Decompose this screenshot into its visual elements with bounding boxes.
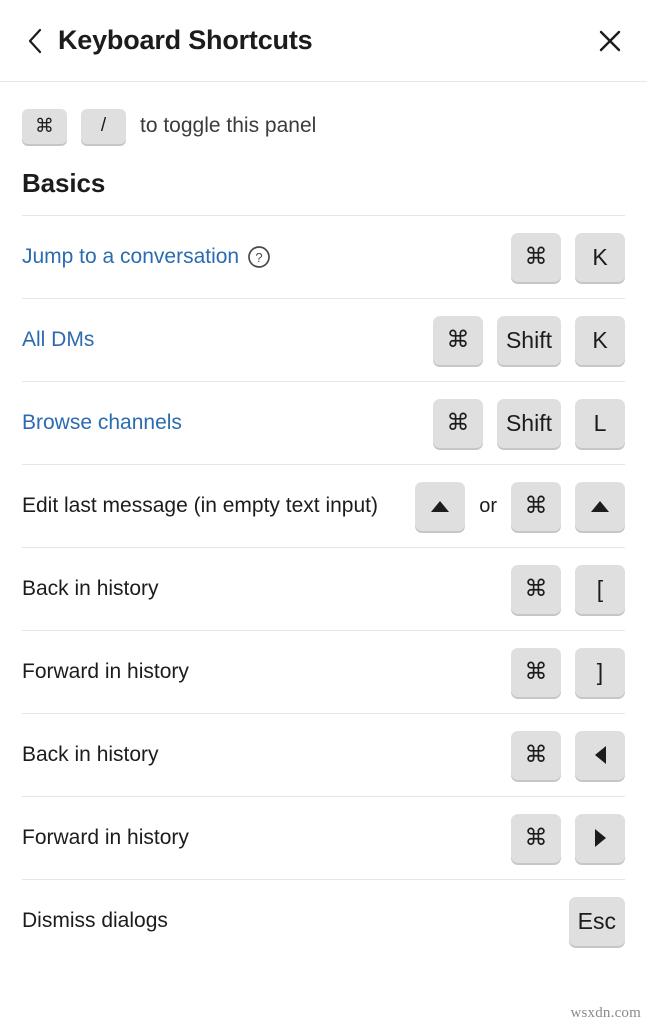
- shortcut-text: Edit last message (in empty text input): [22, 494, 378, 518]
- shortcut-row: Back in history ⌘: [22, 713, 625, 796]
- slash-glyph: /: [100, 115, 107, 136]
- toggle-hint-text: to toggle this panel: [140, 114, 317, 137]
- shortcut-keys: Esc: [568, 896, 625, 946]
- close-button[interactable]: [593, 24, 627, 58]
- shortcut-text: Dismiss dialogs: [22, 909, 168, 933]
- shortcut-row: Forward in history ⌘: [22, 796, 625, 879]
- shortcut-label: Back in history: [22, 740, 159, 770]
- shortcut-link[interactable]: Browse channels: [22, 408, 182, 438]
- shortcut-row: Forward in history ⌘]: [22, 630, 625, 713]
- key-label: K: [592, 243, 608, 270]
- shortcut-label: Jump to a conversation?: [22, 242, 271, 272]
- close-icon: [597, 28, 623, 54]
- shortcut-keys: ⌘ Shift L: [432, 398, 625, 448]
- shortcut-label: Back in history: [22, 574, 159, 604]
- command-glyph: ⌘: [524, 741, 548, 768]
- shortcut-text: Back in history: [22, 577, 159, 601]
- shortcut-link[interactable]: Jump to a conversation: [22, 242, 239, 272]
- back-button[interactable]: [22, 26, 48, 56]
- help-circle-icon[interactable]: ?: [247, 245, 271, 269]
- key-label: K: [592, 326, 608, 353]
- key-arrow-right: [575, 813, 625, 863]
- command-glyph: ⌘: [524, 492, 548, 519]
- key-label: [: [596, 575, 604, 602]
- shortcut-text: Back in history: [22, 743, 159, 767]
- key-l: L: [575, 398, 625, 448]
- shortcut-row: Edit last message (in empty text input) o…: [22, 464, 625, 547]
- key-command: ⌘: [511, 730, 561, 780]
- shortcut-row: Back in history ⌘[: [22, 547, 625, 630]
- chevron-left-icon: [27, 28, 43, 54]
- command-glyph: ⌘: [524, 575, 548, 602]
- key-arrow-up: [415, 481, 466, 531]
- shortcut-row: Browse channels ⌘ Shift L: [22, 381, 625, 464]
- shortcut-keys: ⌘ K: [511, 232, 625, 282]
- page-title: Keyboard Shortcuts: [58, 25, 313, 55]
- key-label: L: [593, 409, 607, 436]
- shortcut-label: All DMs: [22, 325, 94, 355]
- section-title-basics: Basics: [22, 168, 106, 198]
- shortcut-label: Forward in history: [22, 823, 189, 853]
- shortcut-keys: ⌘ Shift K: [432, 315, 625, 365]
- command-glyph: ⌘: [35, 114, 54, 137]
- svg-text:?: ?: [256, 250, 263, 265]
- key-k: K: [575, 232, 625, 282]
- shortcut-keys: ⌘]: [511, 647, 625, 697]
- key-command: ⌘: [432, 398, 483, 448]
- shortcut-keys: ⌘[: [511, 564, 625, 614]
- shortcut-text: Forward in history: [22, 826, 189, 850]
- toggle-panel-hint: ⌘ / to toggle this panel: [0, 82, 647, 144]
- key-shift: Shift: [496, 398, 561, 448]
- key-command: ⌘: [511, 647, 561, 697]
- shortcut-label: Dismiss dialogs: [22, 906, 168, 936]
- shortcut-list: Jump to a conversation? ⌘ K All DMs ⌘ Shift K B…: [10, 215, 625, 962]
- shortcut-row: All DMs ⌘ Shift K: [22, 298, 625, 381]
- key-label: ]: [596, 658, 604, 685]
- command-glyph: ⌘: [524, 243, 548, 270]
- key-shift: Shift: [496, 315, 561, 365]
- key-slash: /: [81, 108, 126, 144]
- arrow-right-icon: [594, 829, 606, 847]
- shortcut-text: Forward in history: [22, 660, 189, 684]
- shortcut-keys: ⌘: [511, 813, 625, 863]
- key-command: ⌘: [511, 813, 561, 863]
- panel-header: Keyboard Shortcuts: [0, 0, 647, 82]
- shortcut-label: Edit last message (in empty text input): [22, 491, 378, 521]
- shortcut-keys: ⌘: [511, 730, 625, 780]
- key-k: K: [575, 315, 625, 365]
- key-label: Esc: [577, 907, 616, 934]
- shortcut-label: Browse channels: [22, 408, 182, 438]
- command-glyph: ⌘: [446, 326, 470, 353]
- shortcut-link[interactable]: All DMs: [22, 325, 94, 355]
- key-esc: Esc: [568, 896, 625, 946]
- command-glyph: ⌘: [524, 658, 548, 685]
- key-: [: [575, 564, 625, 614]
- key-command: ⌘: [511, 232, 561, 282]
- key-arrow-left: [575, 730, 625, 780]
- shortcut-row: Dismiss dialogs Esc: [22, 879, 625, 962]
- key-arrow-up: [575, 481, 625, 531]
- command-glyph: ⌘: [524, 824, 548, 851]
- key-label: Shift: [505, 326, 552, 353]
- key-command: ⌘: [22, 108, 67, 144]
- shortcut-label: Forward in history: [22, 657, 189, 687]
- key-command: ⌘: [432, 315, 483, 365]
- watermark: wsxdn.com: [570, 1005, 641, 1021]
- command-glyph: ⌘: [446, 409, 470, 436]
- key-label: Shift: [505, 409, 552, 436]
- key-command: ⌘: [511, 564, 561, 614]
- key-: ]: [575, 647, 625, 697]
- key-separator-or: or: [479, 494, 497, 517]
- shortcut-keys: or ⌘: [415, 481, 625, 531]
- key-command: ⌘: [511, 481, 561, 531]
- arrow-up-icon: [431, 500, 450, 512]
- shortcut-row: Jump to a conversation? ⌘ K: [22, 215, 625, 298]
- arrow-left-icon: [594, 746, 606, 764]
- arrow-up-icon: [591, 500, 609, 512]
